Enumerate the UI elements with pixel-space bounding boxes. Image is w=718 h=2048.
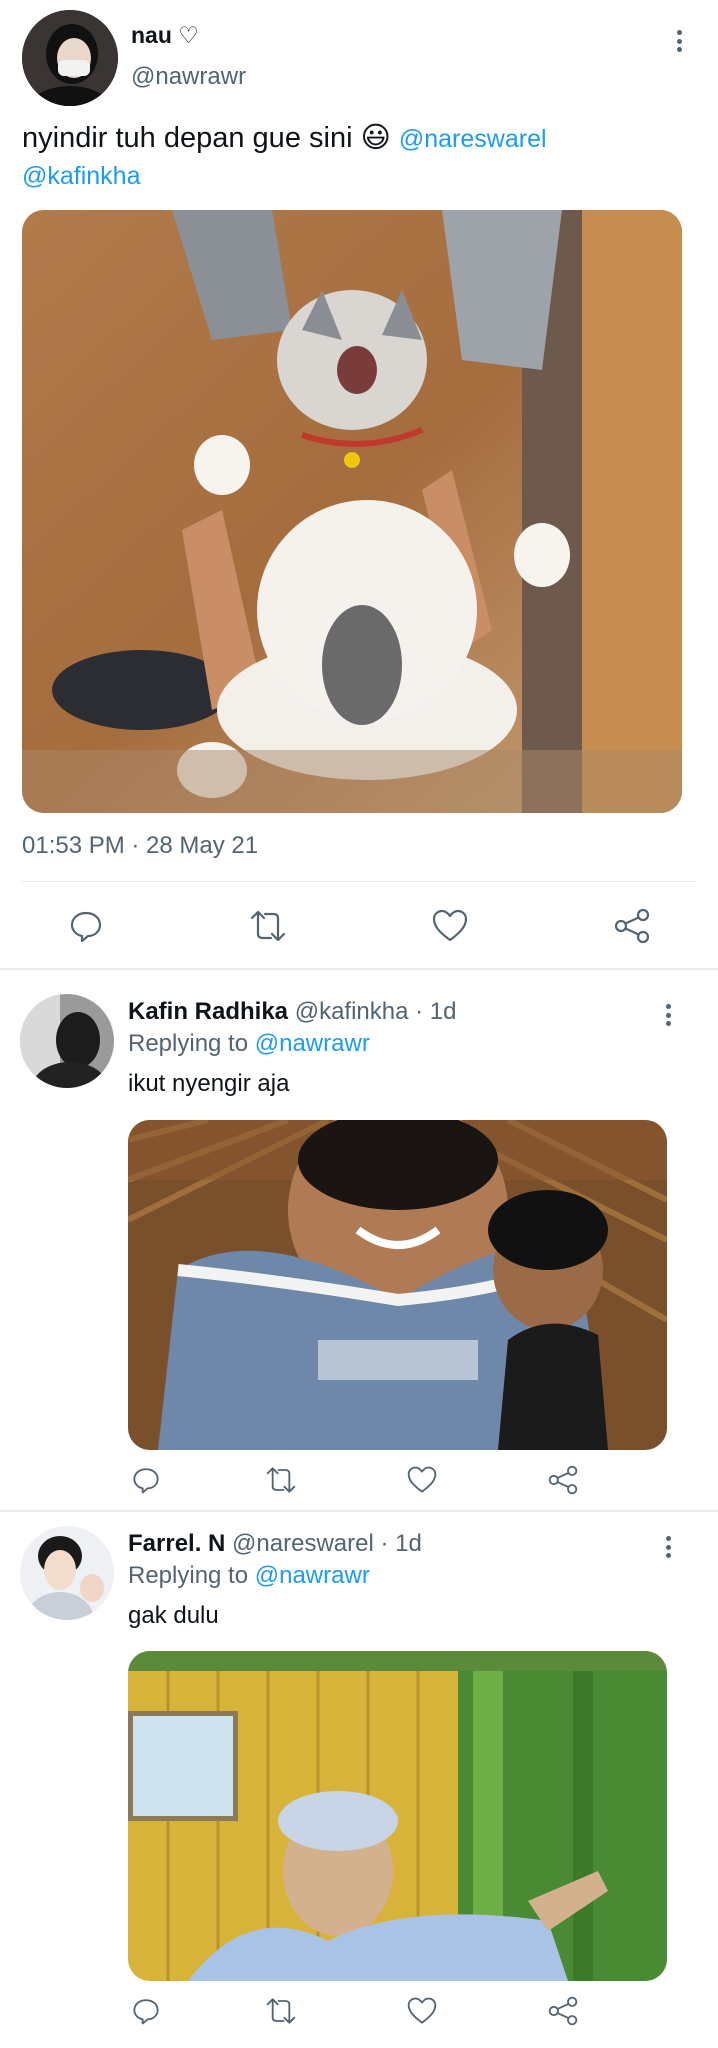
reply-avatar-kafinkha[interactable] xyxy=(20,994,114,1088)
tweet-timestamp: 01:53 PM · 28 May 21 xyxy=(22,832,259,859)
reply-header: Kafin Radhika @kafinkha · 1d xyxy=(128,998,457,1026)
tweet-body: nyindir tuh depan gue sini 😃 xyxy=(22,122,391,154)
reply-more-menu[interactable] xyxy=(658,1532,678,1562)
reply-handle[interactable]: @kafinkha xyxy=(295,998,409,1025)
replying-to-label: Replying to xyxy=(128,1562,249,1589)
retweet-button[interactable] xyxy=(246,904,290,948)
reply-handle[interactable]: @nareswarel xyxy=(232,1530,374,1557)
reply-2-retweet-button[interactable] xyxy=(263,1993,299,2029)
reply-avatar-nareswarel[interactable] xyxy=(20,1526,114,1620)
share-icon xyxy=(548,1996,578,2026)
reply-2-reply-button[interactable] xyxy=(128,1993,164,2029)
reply-media-image[interactable] xyxy=(128,1651,667,1981)
more-icon xyxy=(665,1004,671,1009)
more-icon xyxy=(676,30,682,35)
replying-to-mention[interactable]: @nawrawr xyxy=(255,1562,370,1589)
reply-more-menu[interactable] xyxy=(658,1000,678,1030)
cat-photo xyxy=(22,210,682,813)
share-icon xyxy=(614,908,650,944)
author-display-name[interactable]: nau ♡ xyxy=(131,22,199,49)
replying-to-line: Replying to @nawrawr xyxy=(128,1562,370,1590)
reply-1-retweet-button[interactable] xyxy=(263,1462,299,1498)
like-icon xyxy=(407,1997,437,2024)
mention-nareswarel[interactable]: @nareswarel xyxy=(399,125,547,153)
reply-display-name[interactable]: Kafin Radhika xyxy=(128,998,288,1025)
replying-to-line: Replying to @nawrawr xyxy=(128,1030,370,1058)
thread-separator-1 xyxy=(0,968,718,970)
retweet-icon xyxy=(266,1998,296,2024)
like-icon xyxy=(407,1466,437,1493)
reply-header: Farrel. N @nareswarel · 1d xyxy=(128,1530,422,1558)
reply-2-like-button[interactable] xyxy=(404,1993,440,2029)
reply-1-share-button[interactable] xyxy=(545,1462,581,1498)
retweet-icon xyxy=(250,910,286,942)
more-icon xyxy=(665,1536,671,1541)
reply-icon xyxy=(133,1468,159,1494)
reply-icon xyxy=(70,911,102,943)
replying-to-label: Replying to xyxy=(128,1030,249,1057)
reply-1-like-button[interactable] xyxy=(404,1462,440,1498)
tweet-more-menu[interactable] xyxy=(669,26,689,56)
reply-1-reply-button[interactable] xyxy=(128,1462,164,1498)
tweet-text: nyindir tuh depan gue sini 😃 @nareswarel… xyxy=(22,120,692,194)
reply-text: gak dulu xyxy=(128,1602,219,1629)
thread-separator-2 xyxy=(0,1510,718,1512)
replying-to-mention[interactable]: @nawrawr xyxy=(255,1030,370,1057)
reply-display-name[interactable]: Farrel. N xyxy=(128,1530,225,1557)
timestamp-divider xyxy=(22,881,696,882)
reply-icon xyxy=(133,1999,159,2025)
reply-text: ikut nyengir aja xyxy=(128,1070,290,1097)
author-handle[interactable]: @nawrawr xyxy=(131,63,246,91)
reply-time: · 1d xyxy=(415,998,457,1025)
like-button[interactable] xyxy=(428,904,472,948)
tweet-media-image[interactable] xyxy=(22,210,682,813)
retweet-icon xyxy=(266,1467,296,1493)
like-icon xyxy=(432,909,468,942)
reply-2-share-button[interactable] xyxy=(545,1993,581,2029)
mention-kafinkha[interactable]: @kafinkha xyxy=(22,162,141,190)
share-icon xyxy=(548,1465,578,1495)
author-avatar[interactable] xyxy=(22,10,118,106)
share-button[interactable] xyxy=(610,904,654,948)
reply-button[interactable] xyxy=(64,904,108,948)
reply-time: · 1d xyxy=(380,1530,422,1557)
reply-media-image[interactable] xyxy=(128,1120,667,1450)
